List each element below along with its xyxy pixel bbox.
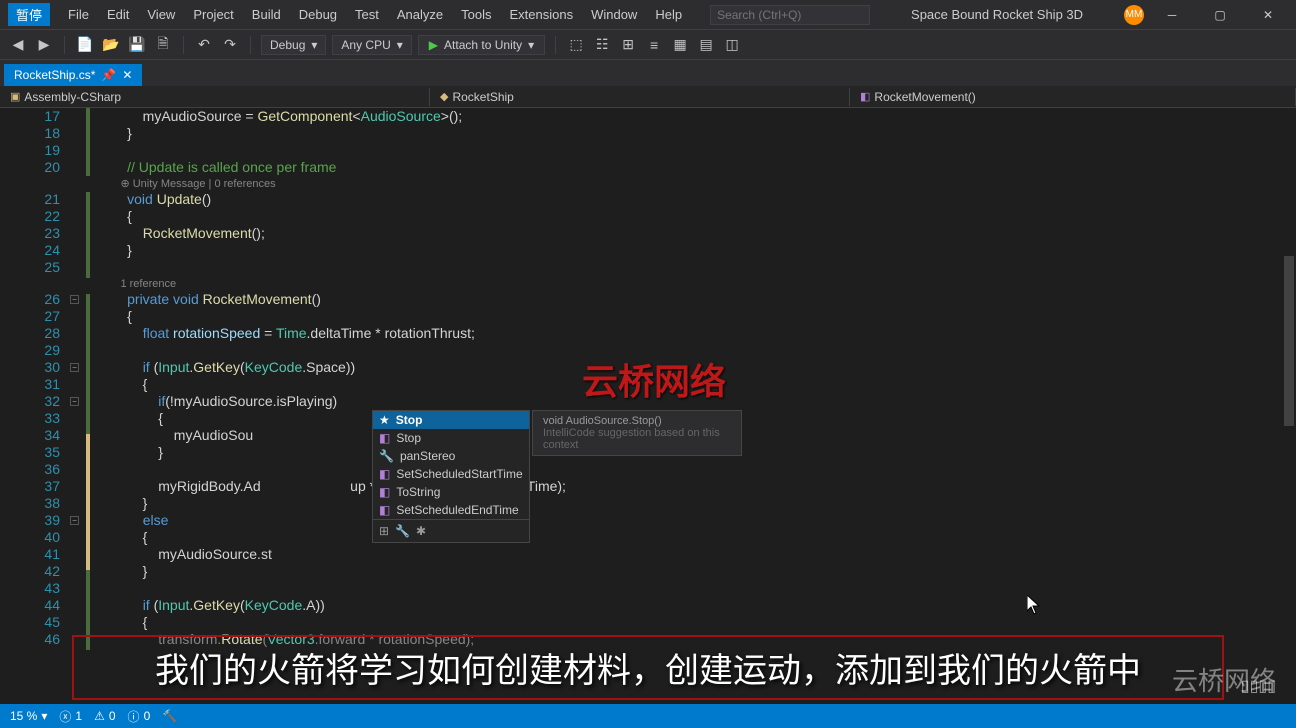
warning-count[interactable]: ⚠0: [94, 709, 115, 723]
tool-icon[interactable]: ▦: [670, 35, 690, 55]
subtitle-overlay: 我们的火箭将学习如何创建材料，创建运动，添加到我们的火箭中: [72, 635, 1224, 700]
menu-tools[interactable]: Tools: [453, 3, 499, 26]
platform-dropdown[interactable]: Any CPU▾: [332, 35, 411, 55]
scrollbar-thumb[interactable]: [1284, 256, 1294, 426]
method-icon: ◧: [860, 90, 870, 103]
mouse-cursor-icon: [1027, 595, 1041, 620]
change-margin: [84, 108, 92, 668]
tab-label: RocketShip.cs*: [14, 68, 95, 82]
app-title: Space Bound Rocket Ship 3D: [870, 7, 1124, 22]
minimize-button[interactable]: ─: [1152, 0, 1192, 30]
menu-help[interactable]: Help: [647, 3, 690, 26]
separator: [183, 36, 184, 54]
nav-fwd-icon[interactable]: ▶: [34, 35, 54, 55]
fold-toggle[interactable]: −: [70, 295, 79, 304]
menu-extensions[interactable]: Extensions: [501, 3, 581, 26]
titlebar: 暂停 File Edit View Project Build Debug Te…: [0, 0, 1296, 30]
line-numbers: 17181920 2122232425 26272829303132333435…: [0, 108, 70, 668]
tool-icon[interactable]: ☷: [592, 35, 612, 55]
bc-class[interactable]: ◆RocketShip: [430, 88, 850, 106]
project-icon: ▣: [10, 90, 20, 103]
error-count[interactable]: ⓧ1: [59, 708, 82, 725]
tab-pin-icon[interactable]: 📌: [101, 68, 116, 82]
tool-icon[interactable]: ▤: [696, 35, 716, 55]
menu-edit[interactable]: Edit: [99, 3, 137, 26]
intellisense-item[interactable]: ◧ SetScheduledEndTime: [373, 501, 529, 519]
play-icon: ▶: [429, 38, 438, 52]
code-area[interactable]: myAudioSource = GetComponent<AudioSource…: [92, 108, 1296, 668]
intellisense-filters[interactable]: ⊞🔧✱: [373, 519, 529, 542]
menu-file[interactable]: File: [60, 3, 97, 26]
intellisense-tooltip: void AudioSource.Stop() IntelliCode sugg…: [532, 410, 742, 456]
fold-toggle[interactable]: −: [70, 516, 79, 525]
quick-search[interactable]: [710, 5, 870, 25]
config-dropdown[interactable]: Debug▾: [261, 35, 326, 55]
main-toolbar: ◀ ▶ 📄 📂 💾 🗎 ↶ ↷ Debug▾ Any CPU▾ ▶Attach …: [0, 30, 1296, 60]
intellisense-item[interactable]: ◧ ToString: [373, 483, 529, 501]
fold-toggle[interactable]: −: [70, 363, 79, 372]
intellisense-popup[interactable]: ★ Stop ◧ Stop 🔧 panStereo ◧ SetScheduled…: [372, 410, 530, 543]
close-button[interactable]: ✕: [1248, 0, 1288, 30]
code-editor[interactable]: 17181920 2122232425 26272829303132333435…: [0, 108, 1296, 668]
vertical-scrollbar[interactable]: [1282, 216, 1296, 644]
class-icon: ◆: [440, 90, 448, 103]
intellisense-item[interactable]: ◧ SetScheduledStartTime: [373, 465, 529, 483]
undo-icon[interactable]: ↶: [194, 35, 214, 55]
menu-window[interactable]: Window: [583, 3, 645, 26]
maximize-button[interactable]: ▢: [1200, 0, 1240, 30]
subtitle-text: 我们的火箭将学习如何创建材料，创建运动，添加到我们的火箭中: [84, 643, 1212, 692]
fold-gutter: − − − −: [70, 108, 84, 668]
redo-icon[interactable]: ↷: [220, 35, 240, 55]
zoom-level[interactable]: 15 %▾: [10, 709, 47, 723]
menu-debug[interactable]: Debug: [291, 3, 345, 26]
titlebar-right: MM ─ ▢ ✕: [1124, 0, 1288, 30]
brand-watermark: 云桥网络: [1172, 661, 1276, 698]
intellisense-item[interactable]: ★ Stop: [373, 411, 529, 429]
menu-build[interactable]: Build: [244, 3, 289, 26]
document-tabs: RocketShip.cs* 📌 ✕: [0, 60, 1296, 86]
separator: [555, 36, 556, 54]
tool-icon[interactable]: ⊞: [618, 35, 638, 55]
menu-test[interactable]: Test: [347, 3, 387, 26]
intellisense-item[interactable]: ◧ Stop: [373, 429, 529, 447]
save-icon[interactable]: 💾: [127, 35, 147, 55]
tool-icon[interactable]: ◫: [722, 35, 742, 55]
avatar[interactable]: MM: [1124, 5, 1144, 25]
bc-project[interactable]: ▣Assembly-CSharp: [0, 88, 430, 106]
nav-breadcrumb: ▣Assembly-CSharp ◆RocketShip ◧RocketMove…: [0, 86, 1296, 108]
tool-icon[interactable]: ≡: [644, 35, 664, 55]
menubar: File Edit View Project Build Debug Test …: [60, 3, 690, 26]
open-file-icon[interactable]: 📂: [101, 35, 121, 55]
intellisense-item[interactable]: 🔧 panStereo: [373, 447, 529, 465]
menu-project[interactable]: Project: [185, 3, 241, 26]
info-count[interactable]: ⓘ0: [128, 708, 151, 725]
build-icon[interactable]: 🔨: [162, 709, 177, 723]
bc-method[interactable]: ◧RocketMovement(): [850, 88, 1296, 106]
save-all-icon[interactable]: 🗎: [153, 35, 173, 55]
close-icon[interactable]: ✕: [122, 68, 132, 82]
separator: [64, 36, 65, 54]
pause-badge: 暂停: [8, 3, 50, 26]
tool-icon[interactable]: ⬚: [566, 35, 586, 55]
tab-rocketship[interactable]: RocketShip.cs* 📌 ✕: [4, 64, 142, 86]
separator: [250, 36, 251, 54]
new-file-icon[interactable]: 📄: [75, 35, 95, 55]
fold-toggle[interactable]: −: [70, 397, 79, 406]
attach-unity-button[interactable]: ▶Attach to Unity▾: [418, 35, 545, 55]
statusbar: 15 %▾ ⓧ1 ⚠0 ⓘ0 🔨: [0, 704, 1296, 728]
nav-back-icon[interactable]: ◀: [8, 35, 28, 55]
menu-view[interactable]: View: [139, 3, 183, 26]
menu-analyze[interactable]: Analyze: [389, 3, 451, 26]
